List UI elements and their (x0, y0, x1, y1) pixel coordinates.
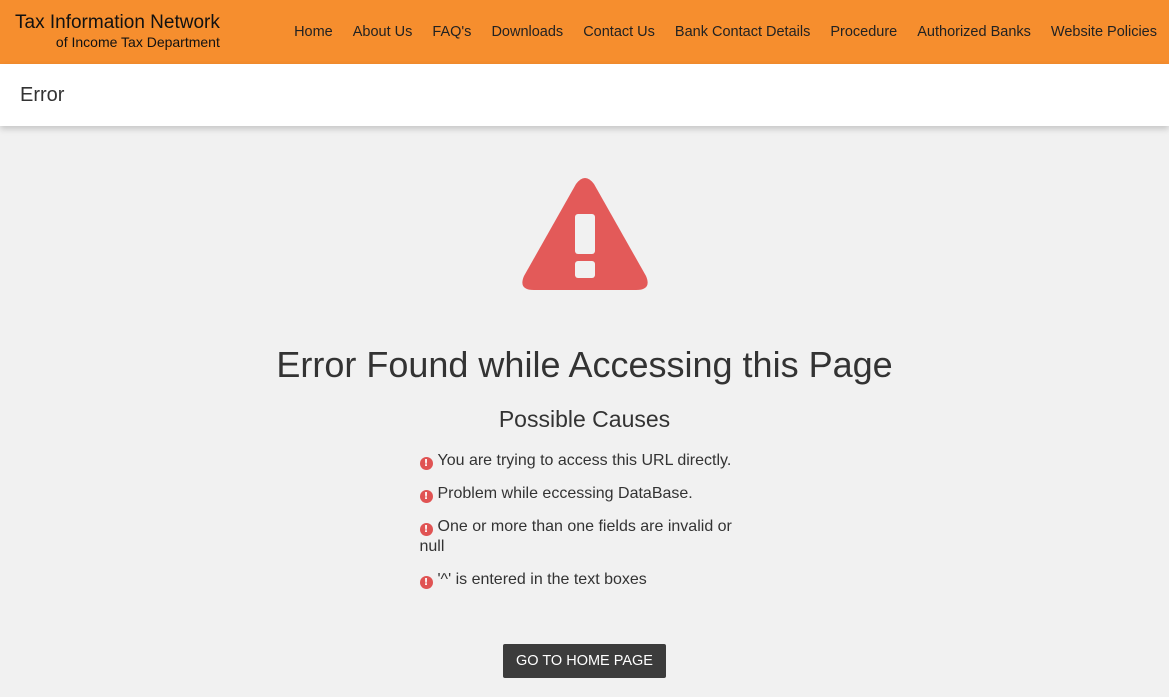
list-item: ! One or more than one fields are invalid… (419, 517, 750, 557)
nav-home[interactable]: Home (294, 24, 333, 40)
exclamation-circle-icon: ! (419, 490, 433, 503)
page-title: Error (20, 83, 65, 106)
cause-text: You are trying to access this URL direct… (437, 452, 732, 469)
top-navbar: Tax Information Network of Income Tax De… (0, 0, 1169, 64)
nav-about-us[interactable]: About Us (353, 24, 413, 40)
nav-faqs[interactable]: FAQ's (432, 24, 471, 40)
nav-downloads[interactable]: Downloads (491, 24, 563, 40)
list-item: ! You are trying to access this URL direc… (419, 451, 750, 471)
error-heading: Error Found while Accessing this Page (276, 344, 893, 385)
causes-list: ! You are trying to access this URL direc… (419, 451, 750, 590)
brand-subtitle: of Income Tax Department (55, 34, 220, 50)
go-to-home-page-button[interactable]: GO TO HOME PAGE (503, 644, 666, 678)
error-content: Error Found while Accessing this Page Po… (0, 178, 1169, 678)
page-title-bar: Error (0, 64, 1169, 126)
nav-authorized-banks[interactable]: Authorized Banks (917, 24, 1031, 40)
exclamation-circle-icon: ! (419, 576, 433, 589)
list-item: ! '^' is entered in the text boxes (419, 570, 750, 590)
cause-text: Problem while eccessing DataBase. (437, 485, 693, 502)
nav-website-policies[interactable]: Website Policies (1051, 24, 1157, 40)
cause-text: '^' is entered in the text boxes (437, 571, 647, 588)
main-nav: Home About Us FAQ's Downloads Contact Us… (274, 24, 1157, 40)
causes-heading: Possible Causes (498, 406, 671, 432)
cause-text: One or more than one fields are invalid … (419, 518, 732, 555)
nav-contact-us[interactable]: Contact Us (583, 24, 655, 40)
exclamation-circle-icon: ! (419, 523, 433, 536)
exclamation-circle-icon: ! (419, 457, 433, 470)
list-item: ! Problem while eccessing DataBase. (419, 484, 750, 504)
nav-procedure[interactable]: Procedure (830, 24, 897, 40)
brand-logo[interactable]: Tax Information Network of Income Tax De… (15, 12, 220, 50)
warning-triangle-icon (0, 178, 1169, 298)
brand-title: Tax Information Network (15, 12, 220, 33)
nav-bank-contact-details[interactable]: Bank Contact Details (675, 24, 810, 40)
